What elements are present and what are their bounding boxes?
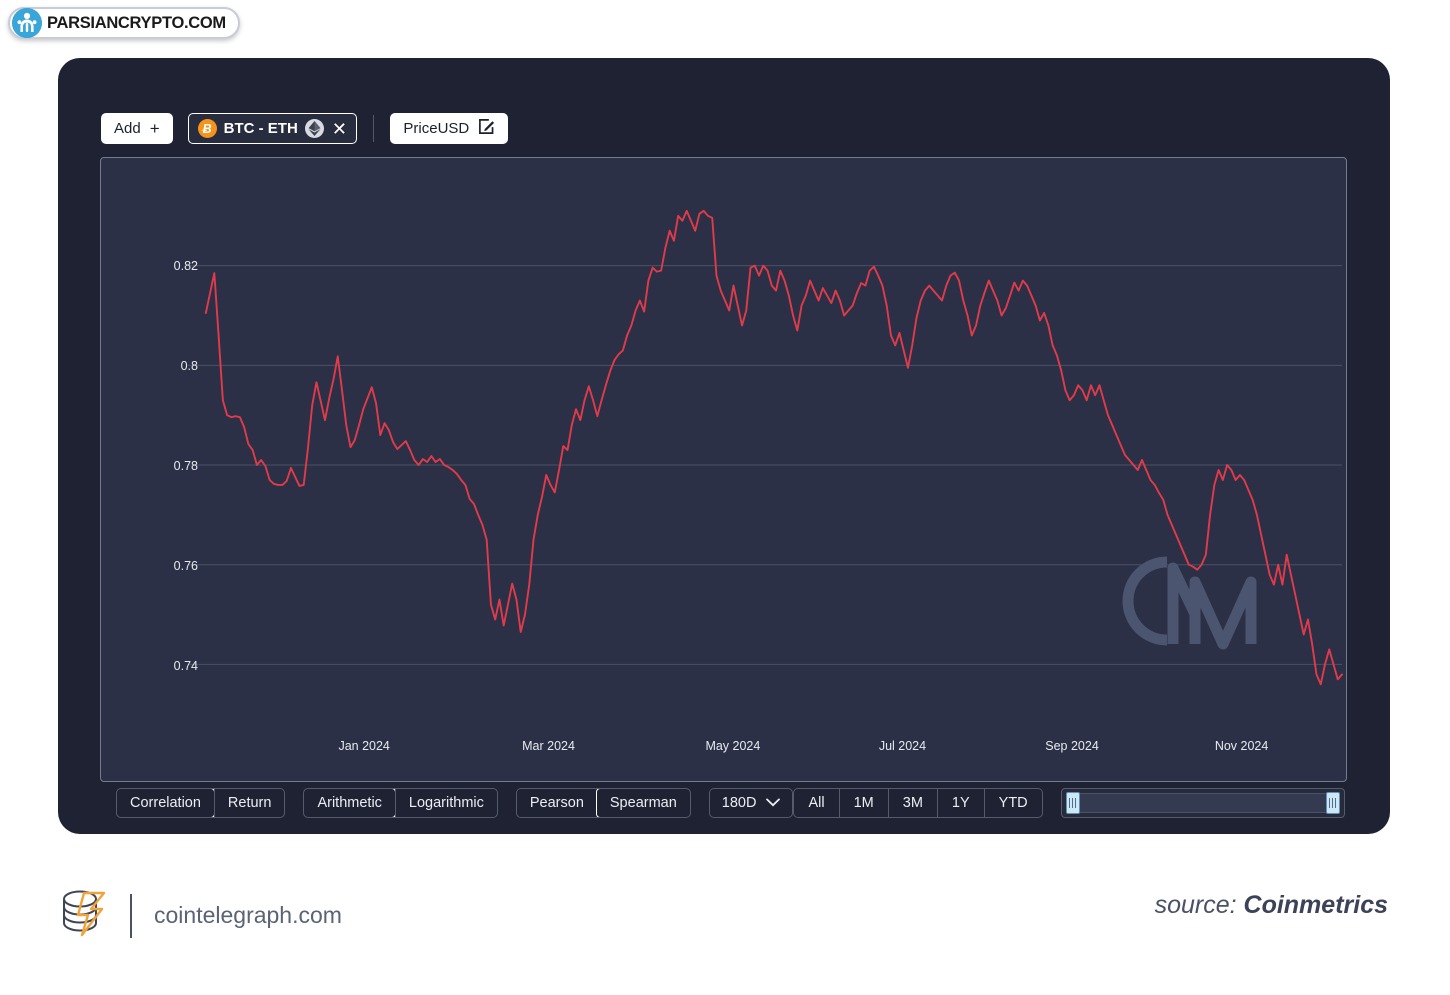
scale-option-logarithmic[interactable]: Logarithmic xyxy=(394,789,497,817)
source-attribution: source: Coinmetrics xyxy=(1155,891,1388,920)
plus-icon: + xyxy=(149,119,160,138)
method-option-spearman[interactable]: Spearman xyxy=(595,789,690,817)
x-axis-tick-label: Sep 2024 xyxy=(1045,739,1099,753)
range-option-1m[interactable]: 1M xyxy=(838,789,888,817)
x-axis-tick-label: Jul 2024 xyxy=(878,739,927,753)
chart-plot-area[interactable]: 0.82 0.8 0.78 0.76 0.74 Jan 2024 Mar 2024 May … xyxy=(100,157,1347,782)
x-axis-tick-label: Jan 2024 xyxy=(338,739,390,753)
correlation-line-chart xyxy=(187,209,1343,686)
x-axis-tick-label: Mar 2024 xyxy=(522,739,575,753)
page-footer: cointelegraph.com source: Coinmetrics xyxy=(0,865,1450,995)
source-prefix: source: xyxy=(1154,891,1244,919)
metric-label: PriceUSD xyxy=(403,120,470,137)
asset-pair-label: BTC - ETH xyxy=(223,120,298,137)
add-series-label: Add xyxy=(114,120,141,137)
slider-track[interactable] xyxy=(1065,793,1340,813)
site-watermark-badge: PARSIANCRYPTO.COM xyxy=(8,7,240,39)
add-series-button[interactable]: Add + xyxy=(101,113,173,144)
window-dropdown[interactable]: 180D xyxy=(708,788,794,818)
close-icon[interactable]: ✕ xyxy=(332,120,347,138)
chart-controls-bar: Correlation Return Arithmetic Logarithmic … xyxy=(116,788,1345,818)
parsiancrypto-logo-icon xyxy=(12,8,42,38)
range-option-ytd[interactable]: YTD xyxy=(983,789,1042,817)
y-axis-tick-label: 0.8 xyxy=(180,359,198,373)
mode-option-correlation[interactable]: Correlation xyxy=(117,789,215,817)
y-axis-tick-label: 0.76 xyxy=(173,559,198,573)
ethereum-icon xyxy=(304,119,324,138)
edit-pencil-icon xyxy=(478,118,495,139)
mode-toggle-group: Correlation Return xyxy=(116,788,286,818)
scale-toggle-group: Arithmetic Logarithmic xyxy=(303,788,498,818)
time-range-group: All 1M 3M 1Y YTD xyxy=(793,788,1043,818)
y-axis-tick-label: 0.74 xyxy=(173,659,198,673)
watermark-text: PARSIANCRYPTO.COM xyxy=(47,13,226,32)
metric-button[interactable]: PriceUSD xyxy=(390,113,509,144)
window-dropdown-value: 180D xyxy=(721,795,757,811)
y-axis-tick-label: 0.82 xyxy=(173,259,198,273)
footer-divider xyxy=(130,893,132,938)
correlation-line xyxy=(204,209,1343,686)
mode-option-return[interactable]: Return xyxy=(213,789,285,817)
method-toggle-group: Pearson Spearman xyxy=(515,788,691,818)
chevron-down-icon xyxy=(766,795,781,811)
cointelegraph-logo-icon xyxy=(60,887,108,944)
range-option-3m[interactable]: 3M xyxy=(887,789,937,817)
bitcoin-icon: Ƀ xyxy=(197,119,217,138)
method-option-pearson[interactable]: Pearson xyxy=(517,789,597,817)
slider-handle-left[interactable] xyxy=(1065,792,1080,814)
range-option-all[interactable]: All xyxy=(794,789,838,817)
asset-pair-chip[interactable]: Ƀ BTC - ETH ✕ xyxy=(187,113,357,144)
date-range-slider[interactable] xyxy=(1060,788,1345,818)
y-axis-tick-label: 0.78 xyxy=(173,459,198,473)
range-option-1y[interactable]: 1Y xyxy=(936,789,984,817)
scale-option-arithmetic[interactable]: Arithmetic xyxy=(304,789,396,817)
cointelegraph-url: cointelegraph.com xyxy=(154,902,342,928)
chart-card: Add + Ƀ BTC - ETH ✕ PriceUSD 0.82 0.8 0.… xyxy=(58,58,1390,834)
x-axis-tick-label: Nov 2024 xyxy=(1214,739,1269,753)
chart-toolbar: Add + Ƀ BTC - ETH ✕ PriceUSD xyxy=(101,113,509,144)
cointelegraph-brand: cointelegraph.com xyxy=(60,887,342,944)
slider-handle-right[interactable] xyxy=(1325,792,1340,814)
x-axis-tick-label: May 2024 xyxy=(705,739,761,753)
source-name: Coinmetrics xyxy=(1243,891,1388,919)
toolbar-divider xyxy=(372,115,375,142)
